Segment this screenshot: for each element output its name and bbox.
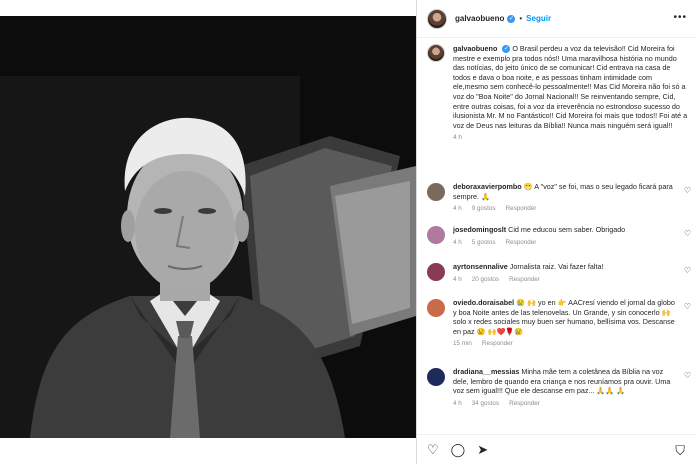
comment-meta: 4 h 20 gostos Responder [453,276,679,283]
comment-likes[interactable]: 9 gostos [472,205,496,212]
comment-body: josedomingoslt Cid me educou sem saber. … [453,225,679,262]
author-username[interactable]: galvaobueno [455,14,504,23]
commenter-avatar[interactable] [427,299,445,317]
comment-emoji-tail: 🙌❤️🌹😢 [487,326,524,336]
comment-meta: 4 h 5 gostos Responder [453,239,679,246]
caption-body: galvaobueno ✓ O Brasil perdeu a voz da t… [453,44,689,141]
comment-text-block: ayrtonsennalive Jornalista raiz. Vai faz… [453,262,679,272]
comment-body: deboraxavierpombo 😁 A "voz" se foi, mas … [453,182,679,225]
comment-likes[interactable]: 34 gostos [472,400,499,407]
save-bookmark-icon[interactable]: ⛉ [675,443,685,459]
comment-like-icon[interactable]: ♡ [684,266,691,275]
like-heart-icon[interactable]: ♡ [427,443,439,456]
header-separator: • [519,14,523,23]
comment-body: ayrtonsennalive Jornalista raiz. Vai faz… [453,262,679,298]
comment-like-icon[interactable]: ♡ [684,302,691,311]
follow-button[interactable]: Seguir [526,14,551,23]
comments-list: deboraxavierpombo 😁 A "voz" se foi, mas … [427,182,693,429]
comment-text-block: josedomingoslt Cid me educou sem saber. … [453,225,679,235]
comment-text-block: oviedo.doraisabel 😢 🙌 yo en 👉 AACresí vi… [453,298,679,336]
commenter-username[interactable]: ayrtonsennalive [453,262,508,271]
comment-item: deboraxavierpombo 😁 A "voz" se foi, mas … [427,182,693,225]
reply-button[interactable]: Responder [509,400,540,407]
verified-badge-icon: ✓ [507,14,516,23]
comment-time: 4 h [453,205,462,213]
post-caption: galvaobueno ✓ O Brasil perdeu a voz da t… [427,44,689,141]
comment-text: Cid me educou sem saber. Obrigado [508,225,626,234]
post-actions-bar: ♡ ◯ ➤ ⛉ [417,434,696,464]
reply-button[interactable]: Responder [482,340,513,347]
comment-text: Jornalista raiz. Vai fazer falta! [509,262,604,271]
caption-author-avatar[interactable] [427,44,445,62]
caption-username[interactable]: galvaobueno [453,44,497,53]
commenter-username[interactable]: deboraxavierpombo [453,182,522,191]
post-header: galvaobueno ✓ • Seguir ••• [417,0,696,38]
commenter-username[interactable]: josedomingoslt [453,225,506,234]
post-details-panel: galvaobueno ✓ • Seguir ••• galvaobueno ✓… [416,0,696,464]
comment-like-icon[interactable]: ♡ [684,186,691,195]
comment-text-block: deboraxavierpombo 😁 A "voz" se foi, mas … [453,182,679,201]
comment-bubble-icon[interactable]: ◯ [451,443,466,456]
comment-item: dradiana__messias Minha mãe tem a coletâ… [427,367,693,429]
reply-button[interactable]: Responder [506,239,537,246]
comment-like-icon[interactable]: ♡ [684,371,691,380]
comment-body: dradiana__messias Minha mãe tem a coletâ… [453,367,679,429]
author-avatar[interactable] [427,8,447,29]
comment-like-icon[interactable]: ♡ [684,229,691,238]
caption-verified-badge-icon: ✓ [502,45,511,54]
commenter-avatar[interactable] [427,183,445,201]
commenter-avatar[interactable] [427,368,445,386]
media-top-strip [0,0,416,16]
comment-likes[interactable]: 5 gostos [472,239,496,246]
comment-item: josedomingoslt Cid me educou sem saber. … [427,225,693,262]
commenter-avatar[interactable] [427,263,445,281]
comment-item: oviedo.doraisabel 😢 🙌 yo en 👉 AACresí vi… [427,298,693,367]
media-bottom-strip [0,438,416,464]
reply-button[interactable]: Responder [506,205,537,212]
comment-time: 4 h [453,238,462,246]
caption-time: 4 h [453,134,463,142]
portrait-illustration [0,16,416,438]
comment-likes[interactable]: 20 gostos [472,276,499,283]
more-options-icon[interactable]: ••• [673,12,687,23]
caption-text: O Brasil perdeu a voz da televisão!! Cid… [453,44,688,130]
comment-body: oviedo.doraisabel 😢 🙌 yo en 👉 AACresí vi… [453,298,679,367]
post-photo[interactable] [0,16,416,438]
post-media-area [0,0,416,464]
commenter-avatar[interactable] [427,226,445,244]
comment-time: 4 h [453,275,462,283]
comment-emoji-tail: 🙏 [616,386,626,396]
comment-text-block: dradiana__messias Minha mãe tem a coletâ… [453,367,679,396]
comment-meta: 4 h 34 gostos Responder [453,400,679,407]
comment-time: 4 h [453,399,462,407]
reply-button[interactable]: Responder [509,276,540,283]
comment-meta: 4 h 9 gostos Responder [453,205,679,212]
commenter-username[interactable]: dradiana__messias [453,367,519,376]
comment-time: 15 min [453,340,472,348]
comment-meta: 15 min Responder [453,340,679,347]
share-send-icon[interactable]: ➤ [477,443,488,456]
caption-text-block: galvaobueno ✓ O Brasil perdeu a voz da t… [453,44,689,130]
comment-item: ayrtonsennalive Jornalista raiz. Vai faz… [427,262,693,298]
commenter-username[interactable]: oviedo.doraisabel [453,298,514,307]
